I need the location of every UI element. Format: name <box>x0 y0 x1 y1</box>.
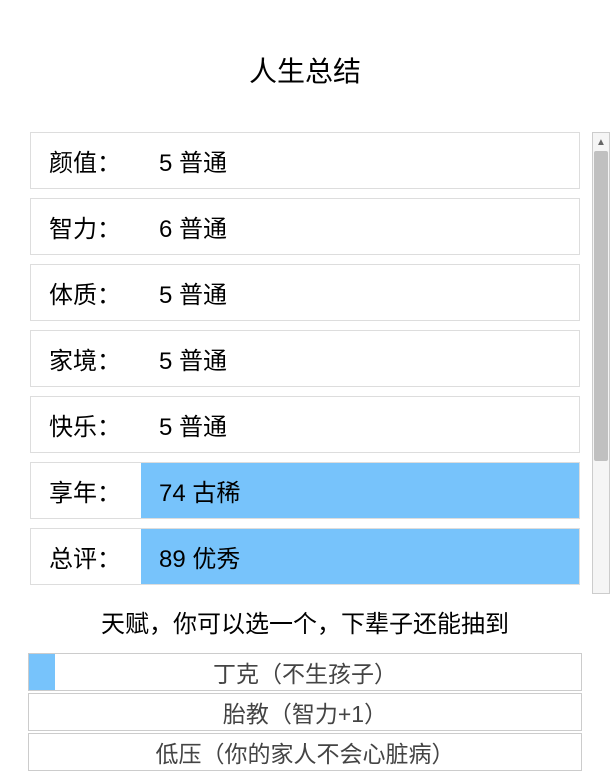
stat-label: 享年： <box>31 473 141 508</box>
stat-row: 智力：6 普通 <box>30 198 580 255</box>
stat-value: 5 普通 <box>141 397 579 452</box>
talent-title: 天赋，你可以选一个，下辈子还能抽到 <box>28 600 582 643</box>
scrollbar-up-icon[interactable]: ▲ <box>593 133 609 151</box>
stat-row: 快乐：5 普通 <box>30 396 580 453</box>
talent-option[interactable]: 低压（你的家人不会心脏病） <box>28 733 582 771</box>
stat-label: 总评： <box>31 539 141 574</box>
stat-label: 智力： <box>31 209 141 244</box>
stat-row: 总评：89 优秀 <box>30 528 580 585</box>
talent-option[interactable]: 丁克（不生孩子） <box>28 653 582 691</box>
stat-value: 6 普通 <box>141 199 579 254</box>
stat-row: 享年：74 古稀 <box>30 462 580 519</box>
stat-label: 体质： <box>31 275 141 310</box>
stats-list: 颜值：5 普通智力：6 普通体质：5 普通家境：5 普通快乐：5 普通享年：74… <box>0 132 592 594</box>
scrollbar[interactable]: ▲ <box>592 132 610 594</box>
scrollbar-thumb[interactable] <box>594 151 608 461</box>
main-container: 人生总结 颜值：5 普通智力：6 普通体质：5 普通家境：5 普通快乐：5 普通… <box>0 0 610 746</box>
stat-value: 5 普通 <box>141 133 579 188</box>
stat-label: 快乐： <box>31 407 141 442</box>
stat-value: 5 普通 <box>141 331 579 386</box>
stat-row: 家境：5 普通 <box>30 330 580 387</box>
stat-row: 颜值：5 普通 <box>30 132 580 189</box>
stat-row: 体质：5 普通 <box>30 264 580 321</box>
stat-label: 家境： <box>31 341 141 376</box>
stat-value: 89 优秀 <box>141 529 579 584</box>
talent-option[interactable]: 胎教（智力+1） <box>28 693 582 731</box>
stat-label: 颜值： <box>31 143 141 178</box>
stats-wrapper: 颜值：5 普通智力：6 普通体质：5 普通家境：5 普通快乐：5 普通享年：74… <box>0 132 610 594</box>
talent-section: 天赋，你可以选一个，下辈子还能抽到 丁克（不生孩子）胎教（智力+1）低压（你的家… <box>0 600 610 773</box>
page-title: 人生总结 <box>0 50 610 90</box>
stat-value: 74 古稀 <box>141 463 579 518</box>
stat-value: 5 普通 <box>141 265 579 320</box>
